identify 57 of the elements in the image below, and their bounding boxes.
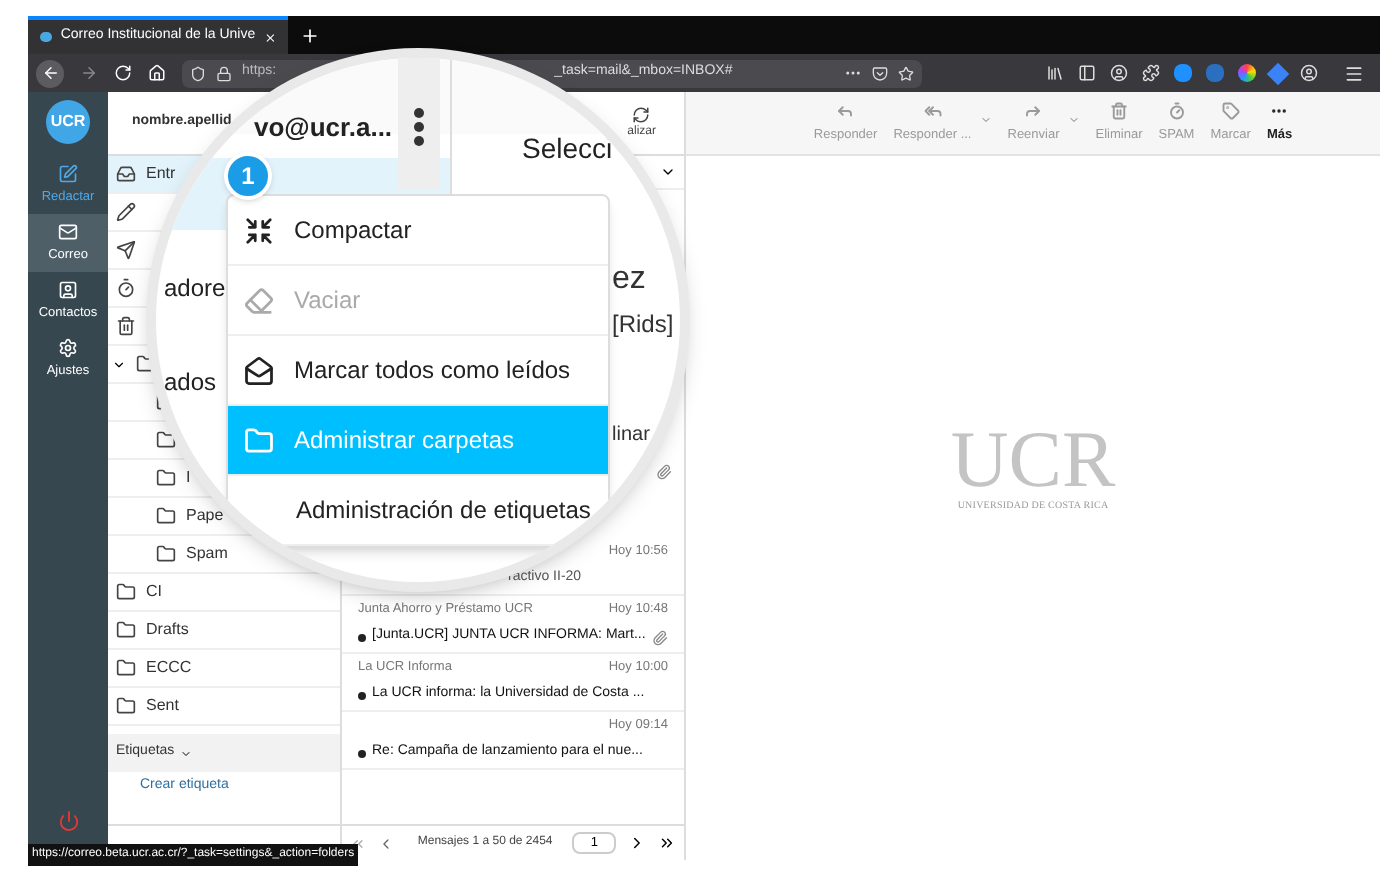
menu-item[interactable]: Compactar: [228, 196, 608, 266]
back-button[interactable]: [36, 59, 64, 87]
refresh-icon: [632, 105, 651, 123]
new-tab-icon[interactable]: [300, 26, 320, 46]
reply-all-icon: [923, 101, 942, 120]
more-options-button[interactable]: [398, 58, 440, 190]
forward-icon: [1024, 101, 1043, 120]
menu-item[interactable]: Administración de etiquetas: [228, 476, 608, 546]
favicon-icon: [40, 32, 53, 42]
library-icon[interactable]: [1046, 64, 1064, 82]
paper-plane-icon: [116, 240, 136, 260]
message-text: linar: [612, 422, 650, 450]
inbox-icon: [116, 164, 136, 184]
reply-icon: [836, 101, 855, 120]
message-text: [Rids]: [612, 308, 674, 342]
close-icon[interactable]: [263, 29, 276, 45]
timer-icon: [1167, 101, 1186, 120]
account-icon[interactable]: [1110, 64, 1128, 82]
lock-icon: [216, 65, 232, 81]
chevron-down-icon[interactable]: [660, 164, 676, 180]
shield-icon: [190, 65, 206, 81]
timer-icon: [116, 278, 136, 298]
caret-icon: [180, 747, 193, 759]
color-wheel-icon[interactable]: [1238, 64, 1256, 82]
open-envelope-icon: [244, 355, 274, 385]
account-name: vo@ucr.a...: [254, 110, 393, 146]
kebab-icon: [414, 107, 424, 145]
chevron-down-icon[interactable]: [112, 357, 126, 371]
paperclip-icon: [656, 464, 672, 480]
message-text: ez: [612, 260, 646, 300]
reload-icon[interactable]: [114, 64, 132, 82]
shrink-icon: [244, 215, 274, 245]
compose-icon: [58, 163, 78, 184]
folder-name-text: ados: [164, 366, 217, 400]
folder-name-text: adore: [164, 272, 226, 306]
sidebar-icon[interactable]: [1078, 64, 1096, 82]
contact-card-icon: [58, 279, 78, 300]
settings-icon: [58, 337, 78, 358]
list-header-text: Selecci: [522, 130, 613, 168]
envelope-icon: [58, 221, 78, 242]
last-page-icon[interactable]: [658, 834, 676, 852]
folder-item[interactable]: ECCC: [108, 650, 340, 688]
folder-item[interactable]: Drafts: [108, 612, 340, 650]
extension-icon[interactable]: [1142, 64, 1160, 82]
forward-icon[interactable]: [80, 64, 98, 82]
ucr-logo: UCR: [950, 420, 1116, 501]
eraser-icon: [244, 285, 274, 315]
folder-item[interactable]: Sent: [108, 688, 340, 726]
pencil-icon: [116, 202, 136, 222]
trash-icon: [1110, 101, 1128, 120]
back-arrow-icon: [41, 64, 59, 82]
trash-icon: [116, 316, 136, 336]
menu-icon[interactable]: [1344, 63, 1364, 83]
home-icon[interactable]: [148, 64, 166, 82]
pocket-icon[interactable]: [872, 65, 888, 81]
star-icon[interactable]: [898, 65, 914, 81]
tag-icon: [1221, 101, 1240, 120]
